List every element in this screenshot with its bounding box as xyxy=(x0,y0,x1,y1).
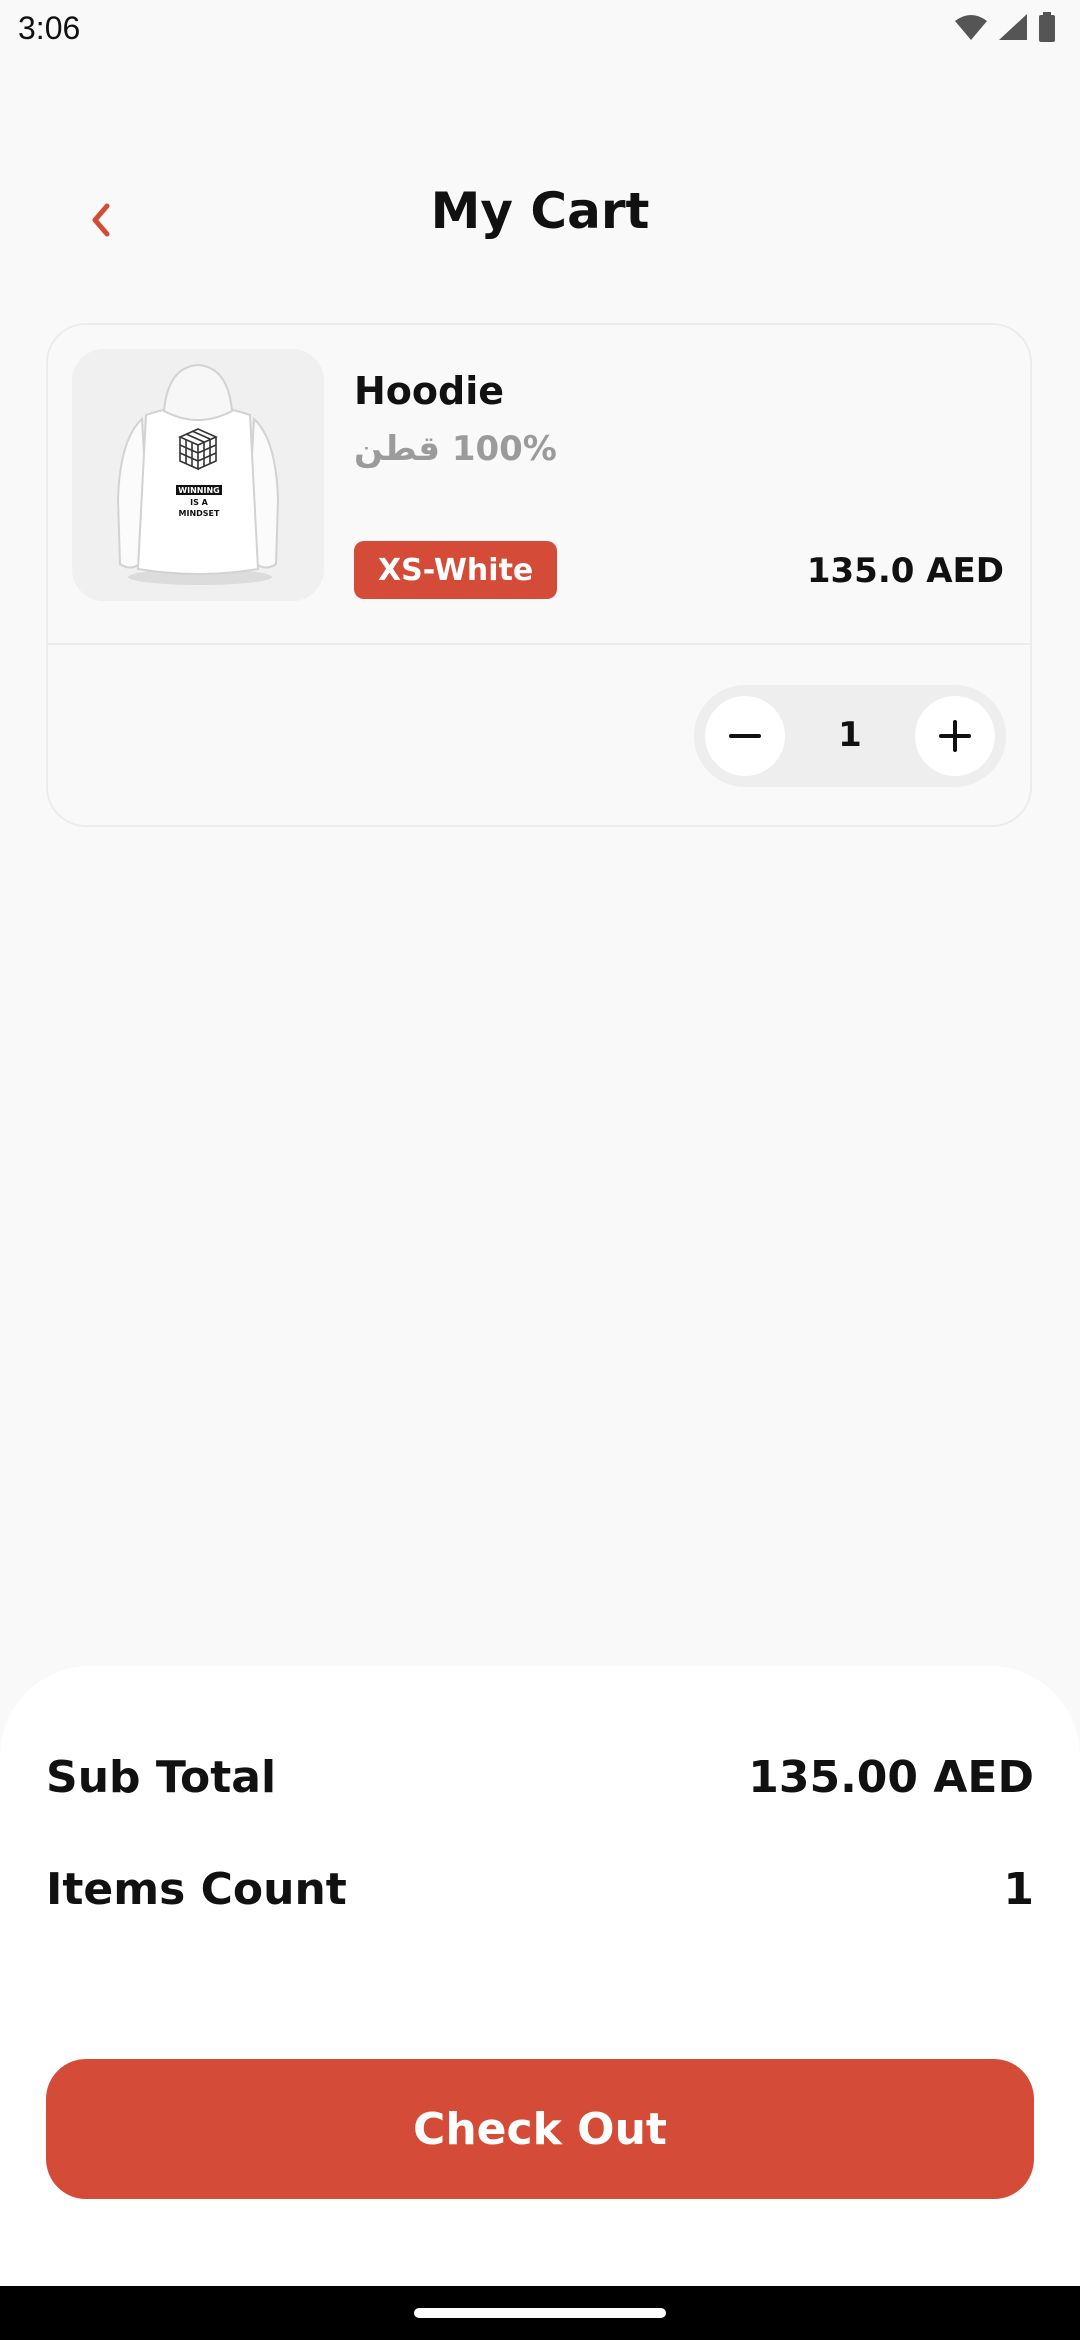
product-price: 135.0 AED xyxy=(806,551,1004,591)
header: My Cart xyxy=(0,160,1080,270)
subtotal-value: 135.00 AED xyxy=(748,1752,1034,1803)
home-indicator[interactable] xyxy=(414,2308,666,2318)
hoodie-text-line-3: MINDSET xyxy=(179,509,221,518)
items-count-label: Items Count xyxy=(46,1864,347,1915)
status-icons xyxy=(954,12,1056,42)
status-time: 3:06 xyxy=(18,10,81,46)
increase-quantity-button[interactable] xyxy=(915,696,995,776)
card-divider xyxy=(48,643,1030,645)
page-title: My Cart xyxy=(430,182,650,240)
product-image[interactable]: WINNING IS A MINDSET xyxy=(72,349,324,601)
cart-item-card: WINNING IS A MINDSET Hoodie 100% قطن XS-… xyxy=(46,323,1032,827)
plus-icon xyxy=(939,720,971,752)
variant-badge: XS-White xyxy=(354,541,558,599)
subtotal-row: Sub Total 135.00 AED xyxy=(46,1752,1034,1803)
checkout-button[interactable]: Check Out xyxy=(46,2059,1034,2199)
battery-icon xyxy=(1039,12,1055,42)
product-name[interactable]: Hoodie xyxy=(354,369,504,413)
hoodie-text-line-1: WINNING xyxy=(178,486,219,495)
product-material: 100% قطن xyxy=(354,429,557,469)
quantity-stepper: 1 xyxy=(694,685,1006,787)
hoodie-image: WINNING IS A MINDSET xyxy=(72,349,324,601)
subtotal-label: Sub Total xyxy=(46,1752,277,1803)
hoodie-text-line-2: IS A xyxy=(190,498,209,507)
wifi-icon xyxy=(955,15,987,40)
system-navigation-bar xyxy=(0,2286,1080,2340)
order-summary-sheet: Sub Total 135.00 AED Items Count 1 Check… xyxy=(0,1666,1080,2286)
items-count-row: Items Count 1 xyxy=(46,1864,1034,1915)
status-bar: 3:06 xyxy=(0,0,1080,60)
items-count-value: 1 xyxy=(1003,1864,1034,1915)
signal-icon xyxy=(999,14,1027,40)
